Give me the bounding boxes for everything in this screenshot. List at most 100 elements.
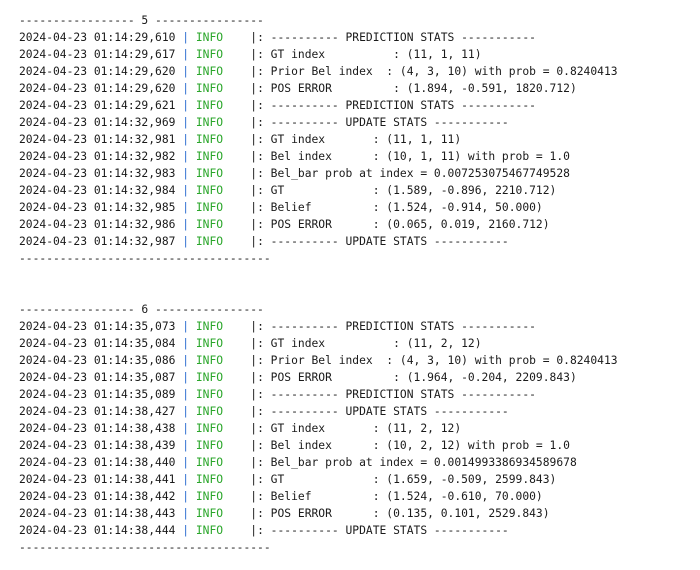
log-timestamp: 2024-04-23 01:14:35,073 [19,320,176,333]
log-timestamp: 2024-04-23 01:14:35,084 [19,337,176,350]
log-timestamp: 2024-04-23 01:14:29,620 [19,65,176,78]
log-timestamp: 2024-04-23 01:14:38,438 [19,422,176,435]
log-level: INFO [195,388,224,401]
log-message: |: Prior Bel index : (4, 3, 10) with pro… [250,65,618,78]
log-line: 2024-04-23 01:14:32,969 | INFO |: ------… [19,114,689,131]
log-level: INFO [195,439,224,452]
log-timestamp: 2024-04-23 01:14:29,621 [19,99,176,112]
column-separator: | [175,524,196,537]
column-separator: | [175,150,196,163]
log-message: |: ---------- PREDICTION STATS ---------… [250,99,536,112]
log-line: 2024-04-23 01:14:35,087 | INFO |: POS ER… [19,369,689,386]
column-separator: | [175,116,196,129]
column-separator: | [175,456,196,469]
log-timestamp: 2024-04-23 01:14:32,981 [19,133,176,146]
log-line: 2024-04-23 01:14:32,981 | INFO |: GT ind… [19,131,689,148]
log-line: 2024-04-23 01:14:38,440 | INFO |: Bel_ba… [19,454,689,471]
log-line: 2024-04-23 01:14:35,086 | INFO |: Prior … [19,352,689,369]
log-timestamp: 2024-04-23 01:14:32,986 [19,218,176,231]
log-line: 2024-04-23 01:14:29,610 | INFO |: ------… [19,29,689,46]
log-level: INFO [195,422,224,435]
log-timestamp: 2024-04-23 01:14:35,087 [19,371,176,384]
log-level: INFO [195,218,224,231]
log-level: INFO [195,184,224,197]
log-message: |: GT index : (11, 2, 12) [250,422,462,435]
column-separator: | [175,167,196,180]
log-level: INFO [195,337,224,350]
log-line: 2024-04-23 01:14:32,983 | INFO |: Bel_ba… [19,165,689,182]
log-level: INFO [195,31,224,44]
log-timestamp: 2024-04-23 01:14:35,086 [19,354,176,367]
log-message: |: Bel_bar prob at index = 0.00725307546… [250,167,570,180]
log-message: |: Prior Bel index : (4, 3, 10) with pro… [250,354,618,367]
log-timestamp: 2024-04-23 01:14:38,444 [19,524,176,537]
log-timestamp: 2024-04-23 01:14:38,441 [19,473,176,486]
block-footer: ------------------------------------- [19,541,271,554]
column-separator: | [175,82,196,95]
column-separator: | [175,422,196,435]
log-timestamp: 2024-04-23 01:14:38,439 [19,439,176,452]
log-level: INFO [195,405,224,418]
column-separator: | [175,65,196,78]
log-message: |: GT : (1.659, -0.509, 2599.843) [250,473,557,486]
log-level: INFO [195,167,224,180]
log-line: 2024-04-23 01:14:32,986 | INFO |: POS ER… [19,216,689,233]
column-separator: | [175,218,196,231]
log-line: 2024-04-23 01:14:38,438 | INFO |: GT ind… [19,420,689,437]
column-separator: | [175,473,196,486]
log-level: INFO [195,524,224,537]
log-timestamp: 2024-04-23 01:14:29,610 [19,31,176,44]
log-timestamp: 2024-04-23 01:14:32,982 [19,150,176,163]
log-line: 2024-04-23 01:14:38,427 | INFO |: ------… [19,403,689,420]
column-separator: | [175,388,196,401]
log-message: |: Bel_bar prob at index = 0.00149933869… [250,456,577,469]
log-line: 2024-04-23 01:14:29,620 | INFO |: POS ER… [19,80,689,97]
log-timestamp: 2024-04-23 01:14:32,985 [19,201,176,214]
log-message: |: ---------- UPDATE STATS ----------- [250,116,509,129]
column-separator: | [175,337,196,350]
log-message: |: POS ERROR : (0.135, 0.101, 2529.843) [250,507,550,520]
log-message: |: GT : (1.589, -0.896, 2210.712) [250,184,557,197]
log-line: 2024-04-23 01:14:32,985 | INFO |: Belief… [19,199,689,216]
log-level: INFO [195,82,224,95]
log-level: INFO [195,371,224,384]
column-separator: | [175,48,196,61]
log-message: |: POS ERROR : (1.894, -0.591, 1820.712) [250,82,577,95]
log-line: 2024-04-23 01:14:29,621 | INFO |: ------… [19,97,689,114]
log-message: |: Bel index : (10, 2, 12) with prob = 1… [250,439,570,452]
log-level: INFO [195,456,224,469]
log-message: |: Belief : (1.524, -0.914, 50.000) [250,201,543,214]
log-timestamp: 2024-04-23 01:14:29,620 [19,82,176,95]
log-timestamp: 2024-04-23 01:14:38,440 [19,456,176,469]
log-level: INFO [195,99,224,112]
log-line: 2024-04-23 01:14:38,442 | INFO |: Belief… [19,488,689,505]
log-timestamp: 2024-04-23 01:14:38,427 [19,405,176,418]
log-timestamp: 2024-04-23 01:14:38,443 [19,507,176,520]
log-level: INFO [195,116,224,129]
log-message: |: ---------- PREDICTION STATS ---------… [250,388,536,401]
log-message: |: GT index : (11, 2, 12) [250,337,482,350]
column-separator: | [175,354,196,367]
log-level: INFO [195,320,224,333]
log-output: ----------------- 5 ---------------- 2024… [19,12,689,556]
log-line: 2024-04-23 01:14:29,617 | INFO |: GT ind… [19,46,689,63]
column-separator: | [175,507,196,520]
log-level: INFO [195,507,224,520]
log-message: |: ---------- UPDATE STATS ----------- [250,524,509,537]
log-level: INFO [195,354,224,367]
column-separator: | [175,490,196,503]
block-gap [19,267,689,301]
log-timestamp: 2024-04-23 01:14:32,984 [19,184,176,197]
log-level: INFO [195,235,224,248]
log-line: 2024-04-23 01:14:38,439 | INFO |: Bel in… [19,437,689,454]
log-message: |: GT index : (11, 1, 11) [250,48,482,61]
column-separator: | [175,439,196,452]
log-line: 2024-04-23 01:14:38,444 | INFO |: ------… [19,522,689,539]
column-separator: | [175,201,196,214]
log-line: 2024-04-23 01:14:35,084 | INFO |: GT ind… [19,335,689,352]
log-line: 2024-04-23 01:14:38,443 | INFO |: POS ER… [19,505,689,522]
log-level: INFO [195,48,224,61]
log-level: INFO [195,150,224,163]
block-header: ----------------- 5 ---------------- [19,14,264,27]
log-timestamp: 2024-04-23 01:14:38,442 [19,490,176,503]
